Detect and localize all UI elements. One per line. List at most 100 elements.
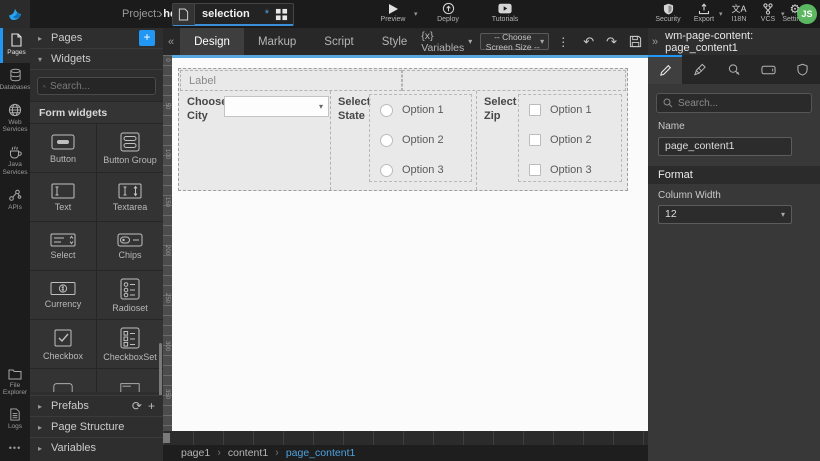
rail-item-databases[interactable]: Databases bbox=[0, 63, 30, 98]
breadcrumb-content1[interactable]: content1 bbox=[228, 447, 268, 459]
add-page-button[interactable]: + bbox=[139, 30, 155, 46]
rail-item-java-services[interactable]: Java Services bbox=[0, 140, 30, 183]
radio-icon[interactable] bbox=[380, 134, 393, 147]
checkbox-icon[interactable] bbox=[529, 104, 541, 116]
empty-grid-cell[interactable] bbox=[402, 70, 626, 91]
choose-city-column[interactable]: Choose City ▾ bbox=[180, 91, 331, 190]
zip-checkboxset[interactable]: Option 1 Option 2 Option 3 bbox=[518, 94, 622, 182]
radioset-widget-icon bbox=[120, 278, 140, 300]
preview-button[interactable]: Preview bbox=[371, 2, 415, 23]
redo-icon[interactable]: ↷ bbox=[600, 34, 623, 50]
i18n-translate-icon: 文A bbox=[731, 2, 746, 15]
open-page-tab[interactable]: selection * bbox=[172, 3, 294, 26]
search-icon bbox=[43, 82, 46, 91]
tutorials-button[interactable]: Tutorials bbox=[483, 2, 527, 23]
section-page-structure[interactable]: ▸ Page Structure bbox=[30, 416, 163, 437]
state-radioset[interactable]: Option 1 Option 2 Option 3 bbox=[369, 94, 472, 182]
rail-item-web-services[interactable]: Web Services bbox=[0, 98, 30, 141]
deploy-button[interactable]: Deploy bbox=[426, 2, 470, 23]
column-width-label: Column Width bbox=[658, 190, 810, 201]
checkbox-icon[interactable] bbox=[529, 164, 541, 176]
select-state-column[interactable]: Select State Option 1 Option 2 Option 3 bbox=[331, 91, 477, 190]
form-widgets-header: Form widgets bbox=[30, 101, 163, 123]
radio-icon[interactable] bbox=[380, 164, 393, 177]
save-icon[interactable] bbox=[623, 35, 648, 48]
rail-item-file-explorer[interactable]: File Explorer bbox=[0, 363, 30, 404]
widget-grid: Button Button Group Text Textarea Select… bbox=[30, 123, 163, 392]
rail-more-icon[interactable]: ••• bbox=[0, 437, 30, 459]
more-options-icon[interactable]: ⋮ bbox=[549, 35, 577, 49]
radio-option[interactable]: Option 2 bbox=[370, 125, 471, 155]
widget-button[interactable]: Button bbox=[30, 124, 96, 172]
wavemaker-logo-icon[interactable] bbox=[0, 0, 30, 28]
city-select[interactable]: ▾ bbox=[224, 96, 329, 117]
section-widgets[interactable]: ▾ Widgets bbox=[30, 49, 163, 70]
page-content-canvas[interactable]: Label Choose City ▾ Select State Option … bbox=[172, 55, 648, 431]
properties-search-input[interactable] bbox=[678, 98, 798, 109]
tab-device[interactable] bbox=[751, 55, 785, 84]
properties-search[interactable] bbox=[656, 93, 812, 113]
breadcrumb-separator-icon: › bbox=[217, 447, 221, 459]
pencil-icon bbox=[659, 64, 672, 77]
tab-security[interactable] bbox=[786, 55, 820, 84]
checkbox-option[interactable]: Option 3 bbox=[519, 155, 621, 185]
name-label: Name bbox=[658, 121, 810, 132]
rail-item-pages[interactable]: Pages bbox=[0, 28, 30, 63]
widget-button-group[interactable]: Button Group bbox=[97, 124, 163, 172]
checkbox-option[interactable]: Option 1 bbox=[519, 95, 621, 125]
tab-script[interactable]: Script bbox=[310, 28, 367, 55]
user-avatar[interactable]: JS bbox=[797, 4, 817, 24]
widget-partial-right[interactable] bbox=[97, 369, 163, 392]
column-width-select[interactable]: 12 ▾ bbox=[658, 205, 792, 224]
checkbox-icon[interactable] bbox=[529, 134, 541, 146]
expanded-arrow-icon: ▾ bbox=[38, 55, 45, 64]
radio-option[interactable]: Option 3 bbox=[370, 155, 471, 185]
play-icon bbox=[387, 2, 399, 15]
tab-design[interactable]: Design bbox=[180, 28, 244, 55]
section-variables[interactable]: ▸ Variables bbox=[30, 437, 163, 458]
widget-text[interactable]: Text bbox=[30, 173, 96, 221]
checkbox-option[interactable]: Option 2 bbox=[519, 125, 621, 155]
tutorials-video-icon bbox=[498, 2, 512, 15]
screen-size-select[interactable]: -- Choose Screen Size -- ▾ bbox=[480, 33, 549, 50]
widget-checkboxset[interactable]: CheckboxSet bbox=[97, 320, 163, 368]
rail-item-logs[interactable]: Logs bbox=[0, 403, 30, 437]
variables-dropdown[interactable]: {x} Variables ▾ bbox=[421, 30, 472, 54]
name-input[interactable] bbox=[658, 137, 792, 156]
selected-widget-title: wm-page-content: page_content1 bbox=[665, 30, 820, 54]
widget-chips[interactable]: Chips bbox=[97, 222, 163, 270]
tab-properties[interactable] bbox=[648, 55, 682, 84]
refresh-prefabs-icon[interactable]: ⟳ bbox=[132, 399, 142, 413]
widget-currency[interactable]: Currency bbox=[30, 271, 96, 319]
tab-style[interactable]: Style bbox=[368, 28, 422, 55]
i18n-button[interactable]: 文A I18N bbox=[722, 2, 756, 23]
widget-select[interactable]: Select bbox=[30, 222, 96, 270]
widget-checkbox[interactable]: Checkbox bbox=[30, 320, 96, 368]
add-prefab-icon[interactable]: + bbox=[148, 399, 155, 413]
breadcrumb-page1[interactable]: page1 bbox=[181, 447, 210, 459]
label-widget[interactable]: Label bbox=[180, 70, 402, 91]
rail-item-apis[interactable]: APIs bbox=[0, 183, 30, 218]
radio-option[interactable]: Option 1 bbox=[370, 95, 471, 125]
collapse-left-panel-icon[interactable]: « bbox=[163, 36, 180, 48]
breadcrumb-page-content1[interactable]: page_content1 bbox=[286, 447, 355, 459]
export-button[interactable]: Export bbox=[686, 2, 722, 23]
grid-view-icon[interactable] bbox=[269, 8, 293, 21]
widget-radioset[interactable]: Radioset bbox=[97, 271, 163, 319]
layout-grid[interactable]: Label Choose City ▾ Select State Option … bbox=[178, 68, 628, 191]
tab-events[interactable] bbox=[717, 55, 751, 84]
preview-chevron-icon[interactable]: ▾ bbox=[414, 10, 418, 18]
tab-styles[interactable] bbox=[682, 55, 716, 84]
section-prefabs[interactable]: ▸ Prefabs ⟳ + bbox=[30, 395, 163, 416]
undo-icon[interactable]: ↶ bbox=[577, 34, 600, 50]
security-button[interactable]: Security bbox=[648, 2, 688, 23]
widget-search[interactable] bbox=[37, 77, 156, 95]
tab-markup[interactable]: Markup bbox=[244, 28, 310, 55]
widget-search-input[interactable] bbox=[50, 81, 150, 92]
expand-panel-icon[interactable]: » bbox=[652, 36, 658, 48]
radio-icon[interactable] bbox=[380, 104, 393, 117]
select-zip-column[interactable]: Select Zip Option 1 Option 2 Option 3 bbox=[477, 91, 627, 190]
widget-partial-left[interactable] bbox=[30, 369, 96, 392]
widget-textarea[interactable]: Textarea bbox=[97, 173, 163, 221]
section-pages[interactable]: ▸ Pages + bbox=[30, 28, 163, 49]
